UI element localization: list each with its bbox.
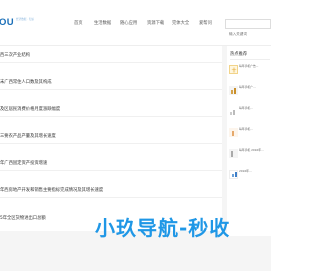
nav-item-apps[interactable]: 随心应用: [120, 21, 137, 27]
article-row[interactable]: 年西房地产开发和销售主要指标完成情况及其增长速度: [0, 188, 222, 198]
article-title[interactable]: 末广西常住人口数及其构成: [0, 80, 52, 86]
sidebar-item-text[interactable]: 每年手机...: [239, 127, 271, 132]
bar-icon: [231, 90, 233, 94]
nav-item-home[interactable]: 首页: [74, 21, 83, 27]
thumbnail-icon[interactable]: [229, 107, 238, 116]
sidebar-item[interactable]: 每年手机 2016年...: [229, 148, 271, 167]
row-divider: [0, 170, 222, 171]
nav-item-ask[interactable]: 爱帮问: [199, 21, 212, 27]
thumbnail-icon[interactable]: [229, 86, 238, 95]
nav-item-downloads[interactable]: 资源下载: [147, 21, 164, 27]
sidebar-item[interactable]: 2016年...: [229, 169, 271, 188]
article-title[interactable]: 年西房地产开发和销售主要指标完成情况及其增长速度: [0, 188, 103, 194]
row-divider: [0, 143, 222, 144]
article-row[interactable]: 及区居民消费价格月度涨跌幅度: [0, 107, 222, 117]
article-title[interactable]: 5年全区货物进出口总额: [0, 216, 46, 222]
thumbnail-icon[interactable]: [229, 65, 238, 74]
sidebar-item-text[interactable]: 每年手机广告...: [239, 64, 271, 69]
article-title[interactable]: 及区居民消费价格月度涨跌幅度: [0, 107, 60, 113]
article-row[interactable]: 年广西固定资产投资增速: [0, 161, 222, 171]
article-list: 西三次产业结构 末广西常住人口数及其构成 及区居民消费价格月度涨跌幅度 三要农产…: [0, 46, 222, 231]
search-box: [225, 19, 271, 38]
article-row[interactable]: 三要农产品产量及其增长速度: [0, 134, 222, 144]
sidebar-item[interactable]: 每年手机...: [229, 106, 271, 125]
search-input[interactable]: [226, 30, 266, 38]
bar-icon: [232, 174, 234, 177]
row-divider: [0, 89, 222, 90]
article-row[interactable]: 西三次产业结构: [0, 53, 222, 63]
row-divider: [0, 197, 222, 198]
sidebar-item[interactable]: 每年手机广...: [229, 85, 271, 104]
sidebar-divider: [230, 59, 270, 60]
logo-subtext: 经济数据 · 知识: [16, 18, 35, 21]
top-navigation-bar: OU 经济数据 · 知识 首页 生活数据 随心应用 资源下载 完体大全 爱帮问: [0, 0, 271, 46]
bar-icon: [235, 172, 237, 177]
article-row[interactable]: 末广西常住人口数及其构成: [0, 80, 222, 90]
site-logo[interactable]: OU: [0, 17, 14, 28]
bar-icon: [230, 112, 232, 115]
sidebar-item-text[interactable]: 每年手机广...: [239, 85, 271, 90]
thumbnail-icon[interactable]: [229, 128, 238, 137]
nav-item-encyclopedia[interactable]: 完体大全: [172, 21, 189, 27]
row-divider: [0, 62, 222, 63]
sidebar-item[interactable]: 每年手机...: [229, 127, 271, 146]
hot-recommendations-sidebar: 热点推荐 每年手机广告... 每年手机广... 每年手机... 每年手机... …: [227, 46, 271, 236]
bar-icon: [233, 110, 235, 115]
article-title[interactable]: 三要农产品产量及其增长速度: [0, 134, 56, 140]
bar-icon: [234, 88, 236, 94]
bar-icon: [232, 131, 234, 136]
sidebar-item-text[interactable]: 2016年...: [239, 169, 271, 174]
sidebar-item-text[interactable]: 每年手机...: [239, 106, 271, 111]
sidebar-item[interactable]: 每年手机广告...: [229, 64, 271, 83]
row-divider: [0, 116, 222, 117]
logo-text: OU: [0, 17, 14, 28]
bar-icon: [231, 151, 233, 157]
sidebar-title: 热点推荐: [230, 52, 248, 57]
article-title[interactable]: 年广西固定资产投资增速: [0, 161, 47, 167]
thumbnail-icon[interactable]: [229, 170, 238, 179]
watermark-text: 小玖导航-秒收: [95, 216, 231, 240]
sidebar-item-text[interactable]: 每年手机 2016年...: [239, 148, 271, 153]
article-title[interactable]: 西三次产业结构: [0, 53, 30, 59]
nav-item-life-data[interactable]: 生活数据: [94, 21, 111, 27]
thumbnail-icon[interactable]: [229, 149, 238, 158]
